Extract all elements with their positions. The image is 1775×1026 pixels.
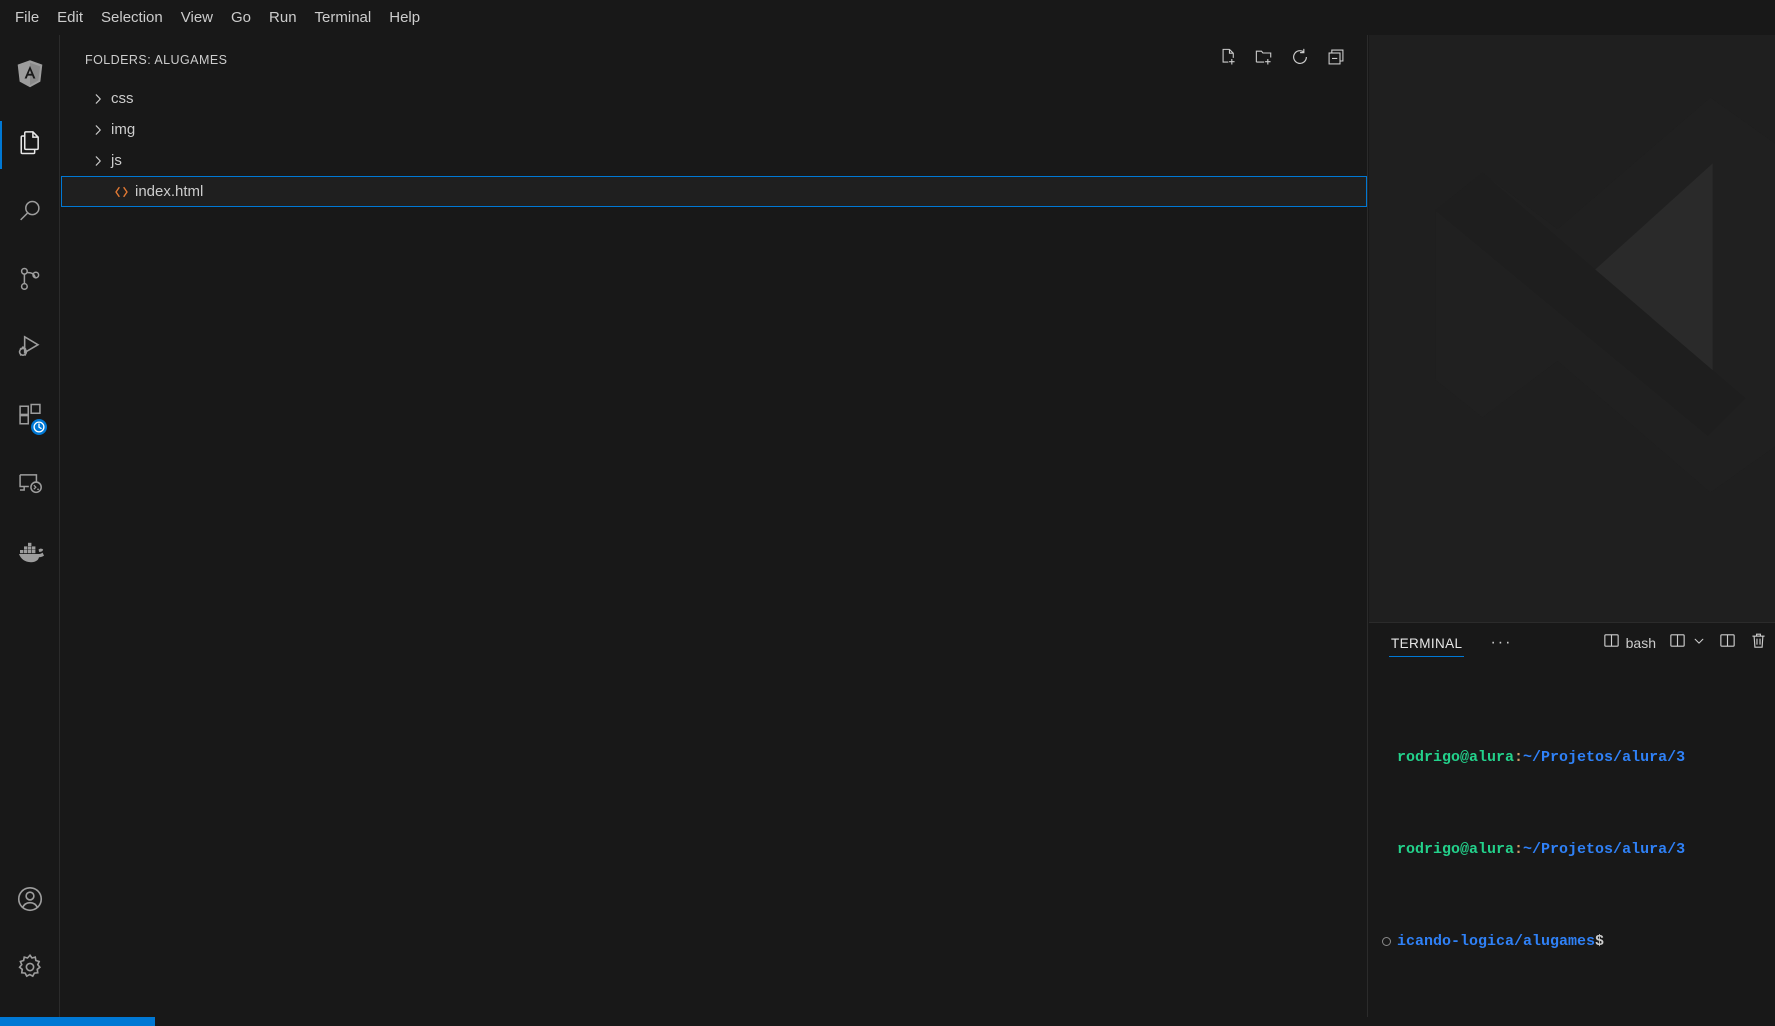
explorer-title: FOLDERS: ALUGAMES xyxy=(85,52,228,67)
split-pane-icon xyxy=(1602,631,1621,655)
activitybar-item-settings[interactable] xyxy=(0,935,60,1003)
terminal-output[interactable]: rodrigo@alura : ~/Projetos/alura/3 rodri… xyxy=(1369,663,1775,1017)
chevron-right-icon xyxy=(89,121,107,139)
tree-item-css[interactable]: css xyxy=(61,83,1367,114)
activitybar-item-source-control[interactable] xyxy=(0,247,60,315)
menu-go[interactable]: Go xyxy=(222,4,260,31)
files-explorer-icon xyxy=(16,129,44,162)
terminal-separator: : xyxy=(1514,749,1524,766)
source-control-icon xyxy=(16,265,44,298)
account-icon xyxy=(15,884,45,919)
gear-icon xyxy=(15,952,45,987)
terminal-separator: : xyxy=(1514,841,1524,858)
menu-run[interactable]: Run xyxy=(260,4,306,31)
tree-item-img[interactable]: img xyxy=(61,114,1367,145)
terminal-line: rodrigo@alura : ~/Projetos/alura/3 xyxy=(1369,746,1775,769)
vscode-window: File Edit Selection View Go Run Terminal… xyxy=(0,0,1775,1026)
terminal-prompt-symbol: $ xyxy=(1595,933,1605,950)
new-file-icon xyxy=(1218,47,1238,72)
activitybar-item-accounts[interactable] xyxy=(0,867,60,935)
activitybar-item-angular[interactable] xyxy=(0,43,60,111)
tree-item-label: css xyxy=(111,90,134,107)
menu-bar: File Edit Selection View Go Run Terminal… xyxy=(0,0,1775,35)
new-terminal-button[interactable] xyxy=(1663,628,1711,658)
file-tree: css img js index.html xyxy=(61,83,1367,207)
extensions-update-badge-icon xyxy=(28,417,49,437)
activity-bar xyxy=(0,35,60,1017)
tree-item-js[interactable]: js xyxy=(61,145,1367,176)
terminal-command-marker xyxy=(1375,937,1397,946)
tree-item-label: js xyxy=(111,152,122,169)
terminal-line: rodrigo@alura : ~/Projetos/alura/3 xyxy=(1369,838,1775,861)
new-file-button[interactable] xyxy=(1213,45,1243,75)
split-terminal-button[interactable] xyxy=(1713,628,1742,658)
new-folder-icon xyxy=(1254,47,1274,72)
menu-file[interactable]: File xyxy=(6,4,48,31)
activitybar-item-search[interactable] xyxy=(0,179,60,247)
kill-terminal-button[interactable] xyxy=(1744,628,1773,658)
activitybar-item-run-debug[interactable] xyxy=(0,315,60,383)
activitybar-item-remote-explorer[interactable] xyxy=(0,451,60,519)
remote-explorer-icon xyxy=(16,469,44,502)
refresh-icon xyxy=(1290,47,1310,72)
chevron-right-icon xyxy=(89,90,107,108)
trash-icon xyxy=(1749,631,1768,655)
activitybar-item-extensions[interactable] xyxy=(0,383,60,451)
terminal-user: rodrigo@alura xyxy=(1397,749,1515,766)
explorer-actions xyxy=(1213,45,1357,75)
refresh-explorer-button[interactable] xyxy=(1285,45,1315,75)
terminal-line: icando-logica/alugames $ xyxy=(1369,930,1775,953)
collapse-all-icon xyxy=(1326,47,1346,72)
panel-actions: bash xyxy=(1597,628,1775,658)
vscode-logo-watermark-icon xyxy=(1379,60,1775,530)
terminal-path: ~/Projetos/alura/3 xyxy=(1523,841,1686,858)
terminal-path: ~/Projetos/alura/3 xyxy=(1523,749,1686,766)
new-terminal-icon xyxy=(1668,631,1687,655)
tree-item-label: img xyxy=(111,121,136,138)
terminal-path: icando-logica/alugames xyxy=(1397,933,1596,950)
run-and-debug-icon xyxy=(15,332,44,366)
activitybar-item-docker[interactable] xyxy=(0,519,60,587)
status-remote-indicator[interactable] xyxy=(0,1017,155,1026)
status-bar-items xyxy=(155,1017,171,1026)
tab-terminal[interactable]: TERMINAL xyxy=(1389,623,1465,663)
menu-view[interactable]: View xyxy=(172,4,222,31)
terminal-shell-selector[interactable]: bash xyxy=(1597,628,1661,658)
terminal-user: rodrigo@alura xyxy=(1397,841,1515,858)
menu-selection[interactable]: Selection xyxy=(92,4,172,31)
status-bar xyxy=(0,1017,1775,1026)
panel-terminal: TERMINAL ··· bash rodrigo@alura: ~/Proj… xyxy=(1369,622,1775,1017)
html-file-icon xyxy=(111,183,131,201)
menu-edit[interactable]: Edit xyxy=(48,4,92,31)
chevron-down-icon[interactable] xyxy=(1692,634,1706,653)
search-icon xyxy=(16,197,44,230)
new-folder-button[interactable] xyxy=(1249,45,1279,75)
tree-item-label: index.html xyxy=(135,183,204,200)
terminal-shell-label: bash xyxy=(1625,635,1656,651)
chevron-right-icon xyxy=(89,152,107,170)
split-terminal-icon xyxy=(1718,631,1737,655)
tree-item-index-html[interactable]: index.html xyxy=(61,176,1367,207)
angular-logo-icon xyxy=(15,59,45,96)
panel-overflow-button[interactable]: ··· xyxy=(1490,623,1512,663)
panel-header: TERMINAL ··· bash xyxy=(1369,623,1775,663)
menu-help[interactable]: Help xyxy=(380,4,429,31)
editor-area-empty xyxy=(1369,35,1775,622)
activitybar-item-explorer[interactable] xyxy=(0,111,60,179)
collapse-all-button[interactable] xyxy=(1321,45,1351,75)
menu-terminal[interactable]: Terminal xyxy=(306,4,381,31)
docker-whale-icon xyxy=(14,538,46,569)
explorer-header: FOLDERS: ALUGAMES xyxy=(61,42,1367,77)
sidebar-explorer: FOLDERS: ALUGAMES css img js index.html xyxy=(61,35,1368,1017)
command-decoration-icon[interactable] xyxy=(1381,937,1391,946)
